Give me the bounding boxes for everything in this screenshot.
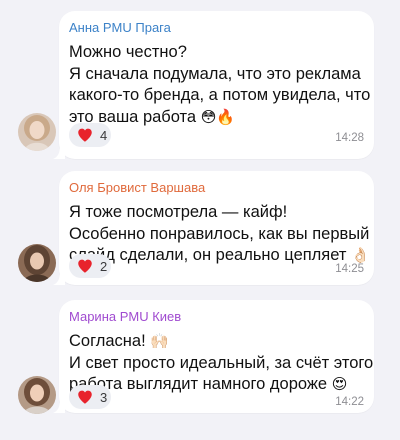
avatar-photo	[18, 113, 56, 151]
reaction-chip[interactable]: 4	[69, 123, 111, 147]
avatar-photo	[18, 376, 56, 414]
message-bubble[interactable]: Оля Бровист Варшава Я тоже посмотрела — …	[53, 171, 374, 285]
message-text: Я тоже посмотрела — кайф! Особенно понра…	[69, 202, 370, 267]
flushed-fire-emoji: 😳🔥	[200, 107, 236, 126]
message-line: Я сначала подумала, что это реклама	[69, 64, 361, 83]
message-time: 14:28	[335, 132, 364, 144]
message-line-text: Согласна!	[69, 332, 146, 350]
message-text: Согласна! 🙌🏻 И свет просто идеальный, за…	[69, 331, 374, 396]
raised-hands-emoji: 🙌🏻	[150, 332, 169, 350]
avatar-photo	[18, 244, 56, 282]
sender-name[interactable]: Марина PMU Киев	[69, 309, 181, 325]
message-2: Оля Бровист Варшава Я тоже посмотрела — …	[0, 171, 400, 285]
reaction-chip[interactable]: 3	[69, 385, 111, 409]
message-line: Согласна! 🙌🏻	[69, 331, 369, 353]
heart-icon	[78, 128, 92, 142]
message-line: Особенно понравилось, как вы первый	[69, 224, 370, 243]
heart-icon	[78, 390, 92, 404]
avatar[interactable]	[18, 113, 56, 151]
message-line: Можно честно?	[69, 43, 187, 61]
message-3: Марина PMU Киев Согласна! 🙌🏻 И свет прос…	[0, 300, 400, 414]
avatar[interactable]	[18, 376, 56, 414]
message-line: это ваша работа 😳🔥	[69, 107, 369, 129]
message-line: работа выглядит намного дороже 😍	[69, 374, 369, 396]
bubble-tail	[53, 399, 65, 413]
message-line-text: слайд сделали, он реально цепляет	[69, 246, 347, 264]
sender-name[interactable]: Анна PMU Прага	[69, 20, 171, 36]
message-bubble[interactable]: Анна PMU Прага Можно честно? Я сначала п…	[53, 11, 374, 159]
message-time: 14:25	[335, 263, 364, 275]
message-line: слайд сделали, он реально цепляет 👌🏻	[69, 245, 370, 267]
message-line: Я тоже посмотрела — кайф!	[69, 203, 288, 221]
heart-eyes-emoji: 😍	[331, 375, 348, 393]
chat-feed: Анна PMU Прага Можно честно? Я сначала п…	[0, 0, 400, 440]
bubble-tail	[53, 145, 65, 159]
message-bubble[interactable]: Марина PMU Киев Согласна! 🙌🏻 И свет прос…	[53, 300, 374, 413]
reaction-chip[interactable]: 2	[69, 254, 111, 278]
reaction-count: 3	[100, 389, 108, 405]
reaction-count: 2	[100, 258, 108, 274]
heart-icon	[78, 259, 92, 273]
message-time: 14:22	[335, 396, 364, 408]
message-line: какого-то бренда, а потом увидела, что	[69, 86, 371, 104]
message-line: И свет просто идеальный, за счёт этого	[69, 353, 374, 372]
avatar[interactable]	[18, 244, 56, 282]
message-text: Можно честно? Я сначала подумала, что эт…	[69, 42, 371, 129]
sender-name[interactable]: Оля Бровист Варшава	[69, 180, 205, 196]
message-1: Анна PMU Прага Можно честно? Я сначала п…	[0, 11, 400, 159]
reaction-count: 4	[100, 127, 108, 143]
ok-hand-emoji: 👌🏻	[351, 246, 370, 264]
bubble-tail	[53, 271, 65, 285]
